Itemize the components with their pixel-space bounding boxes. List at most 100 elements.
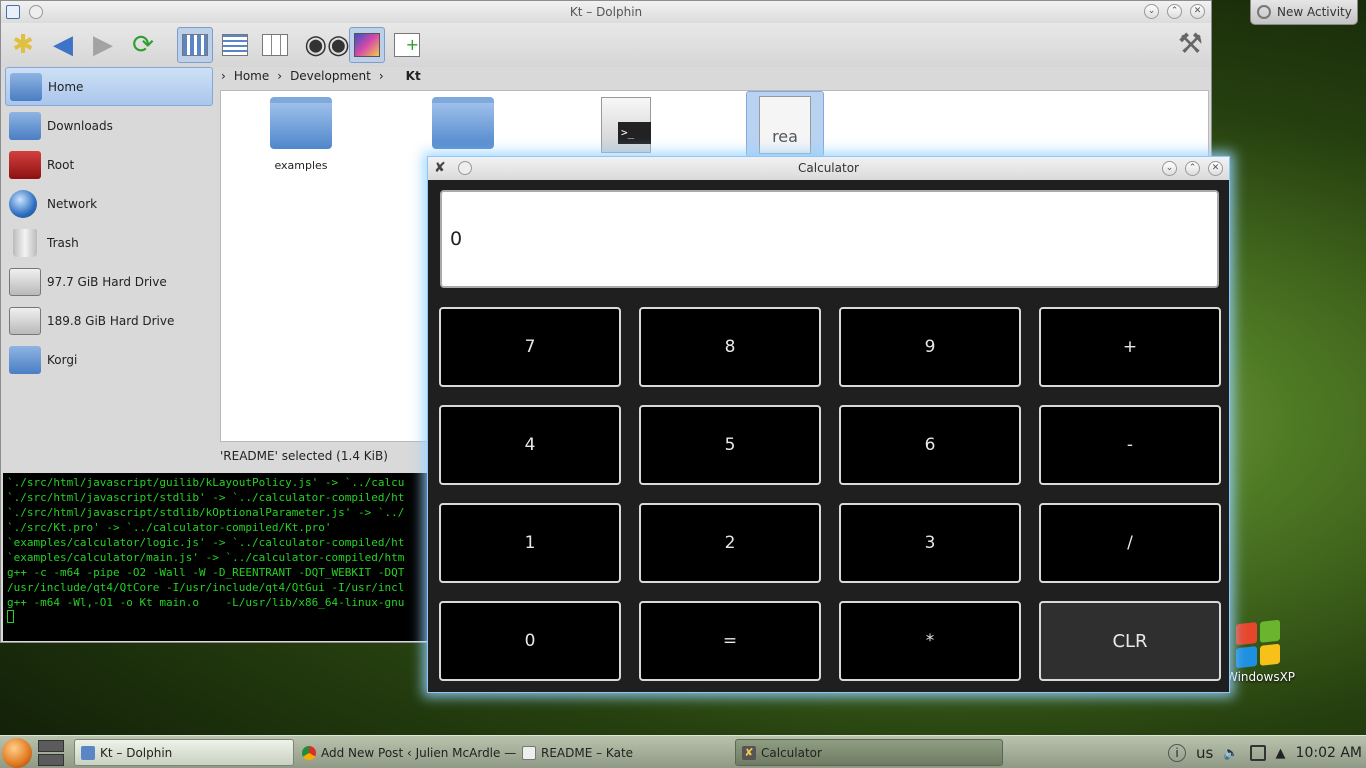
file-item-examples[interactable]: examples — [251, 97, 351, 172]
task-kate[interactable]: README – Kate — [516, 739, 732, 766]
calculator-window: ✘ Calculator ⌄ ⌃ ✕ 0 7 8 9 + 4 5 6 - 1 2… — [427, 156, 1230, 693]
folder-icon — [270, 97, 332, 149]
file-name: rea — [772, 127, 798, 146]
place-root[interactable]: Root — [5, 145, 213, 184]
icons-view-button[interactable] — [177, 27, 213, 63]
preview-button[interactable] — [349, 27, 385, 63]
breadcrumb-home[interactable]: Home — [234, 69, 269, 83]
split-view-icon: + — [394, 33, 420, 57]
reload-button[interactable]: ⟳ — [125, 27, 161, 63]
place-drive-97[interactable]: 97.7 GiB Hard Drive — [5, 262, 213, 301]
place-network[interactable]: Network — [5, 184, 213, 223]
new-window-button[interactable]: ✱ — [5, 27, 41, 63]
dolphin-app-icon[interactable] — [6, 5, 20, 19]
key-divide[interactable]: / — [1039, 503, 1221, 583]
calculator-keypad: 7 8 9 + 4 5 6 - 1 2 3 / 0 = * CLR — [439, 307, 1221, 683]
terminal-panel[interactable]: `./src/html/javascript/guilib/kLayoutPol… — [3, 473, 433, 641]
hard-drive-icon — [9, 306, 41, 335]
calculator-display: 0 — [440, 190, 1219, 288]
notifications-icon[interactable]: i — [1168, 744, 1187, 762]
forward-button[interactable]: ▶ — [85, 27, 121, 63]
terminal-cursor — [7, 610, 14, 623]
minimize-button[interactable]: ⌄ — [1144, 4, 1159, 19]
taskbar: Kt – Dolphin Add New Post ‹ Julien McArd… — [0, 735, 1366, 768]
split-view-button[interactable]: + — [389, 27, 425, 63]
folder-icon — [432, 97, 494, 149]
columns-view-button[interactable] — [257, 27, 293, 63]
volume-icon[interactable]: 🔈 — [1223, 746, 1239, 761]
place-label: Root — [47, 157, 75, 172]
keyboard-layout[interactable]: us — [1196, 744, 1213, 762]
new-activity-button[interactable]: New Activity — [1250, 0, 1358, 25]
find-button[interactable]: ◉◉ — [304, 27, 349, 63]
place-label: Korgi — [47, 352, 78, 367]
desktop-pager[interactable] — [38, 740, 64, 766]
application-launcher-icon[interactable] — [2, 738, 32, 768]
place-drive-189[interactable]: 189.8 GiB Hard Drive — [5, 301, 213, 340]
columns-view-icon — [262, 34, 288, 56]
calculator-app-icon[interactable]: ✘ — [434, 160, 446, 176]
key-minus[interactable]: - — [1039, 405, 1221, 485]
key-6[interactable]: 6 — [839, 405, 1021, 485]
key-9[interactable]: 9 — [839, 307, 1021, 387]
key-3[interactable]: 3 — [839, 503, 1021, 583]
key-7[interactable]: 7 — [439, 307, 621, 387]
window-title: Kt – Dolphin — [569, 5, 643, 19]
maximize-button[interactable]: ⌃ — [1167, 4, 1182, 19]
window-menu-icon[interactable] — [29, 5, 43, 19]
back-arrow-icon: ◀ — [53, 30, 73, 60]
key-4[interactable]: 4 — [439, 405, 621, 485]
calculator-titlebar[interactable]: ✘ Calculator ⌄ ⌃ ✕ — [428, 157, 1229, 180]
place-label: Downloads — [47, 118, 113, 133]
details-view-icon — [222, 34, 248, 56]
place-korgi[interactable]: Korgi — [5, 340, 213, 379]
desktop-icon-windowsxp[interactable]: WindowsXP — [1226, 619, 1295, 684]
place-home[interactable]: Home — [5, 67, 213, 106]
dolphin-toolbar: ✱ ◀ ▶ ⟳ ◉◉ + — [1, 23, 1211, 67]
terminal-line: `./src/html/javascript/stdlib' -> `../ca… — [7, 491, 405, 504]
minimize-button[interactable]: ⌄ — [1162, 161, 1177, 176]
display-value: 0 — [450, 228, 463, 250]
terminal-line: /usr/include/qt4/QtCore -I/usr/include/q… — [7, 581, 405, 594]
back-button[interactable]: ◀ — [45, 27, 81, 63]
terminal-line: `./src/html/javascript/stdlib/kOptionalP… — [7, 506, 405, 519]
root-folder-icon — [9, 150, 41, 179]
file-item-folder[interactable] — [413, 97, 513, 159]
key-clear[interactable]: CLR — [1039, 601, 1221, 681]
new-activity-label: New Activity — [1277, 5, 1352, 19]
place-trash[interactable]: Trash — [5, 223, 213, 262]
place-label: Network — [47, 196, 98, 211]
show-hidden-icons-icon[interactable]: ▲ — [1276, 746, 1286, 761]
key-8[interactable]: 8 — [639, 307, 821, 387]
breadcrumb-kt[interactable]: Kt — [406, 69, 421, 83]
window-menu-icon[interactable] — [458, 161, 472, 175]
device-notifier-icon[interactable] — [1249, 745, 1266, 761]
file-item-script[interactable] — [576, 97, 676, 163]
place-downloads[interactable]: Downloads — [5, 106, 213, 145]
maximize-button[interactable]: ⌃ — [1185, 161, 1200, 176]
task-label: Calculator — [761, 745, 822, 760]
key-multiply[interactable]: * — [839, 601, 1021, 681]
configure-tools-icon[interactable]: ⚒ — [1178, 27, 1203, 60]
key-1[interactable]: 1 — [439, 503, 621, 583]
key-0[interactable]: 0 — [439, 601, 621, 681]
readme-icon: rea — [759, 96, 811, 154]
task-dolphin[interactable]: Kt – Dolphin — [74, 739, 294, 766]
key-plus[interactable]: + — [1039, 307, 1221, 387]
close-button[interactable]: ✕ — [1190, 4, 1205, 19]
task-calculator[interactable]: ✘ Calculator — [735, 739, 1003, 766]
details-view-button[interactable] — [217, 27, 253, 63]
key-equals[interactable]: = — [639, 601, 821, 681]
close-button[interactable]: ✕ — [1208, 161, 1223, 176]
terminal-line: `examples/calculator/logic.js' -> `../ca… — [7, 536, 405, 549]
dolphin-titlebar[interactable]: Kt – Dolphin ⌄ ⌃ ✕ — [1, 1, 1211, 23]
file-item-readme[interactable]: rea — [746, 91, 824, 157]
clock[interactable]: 10:02 AM — [1296, 745, 1362, 761]
key-5[interactable]: 5 — [639, 405, 821, 485]
task-chrome[interactable]: Add New Post ‹ Julien McArdle — Wo — [296, 739, 516, 766]
binoculars-icon: ◉◉ — [304, 30, 350, 60]
breadcrumb: › Home › Development › Kt — [221, 69, 421, 83]
script-icon — [601, 97, 651, 153]
breadcrumb-development[interactable]: Development — [290, 69, 371, 83]
key-2[interactable]: 2 — [639, 503, 821, 583]
